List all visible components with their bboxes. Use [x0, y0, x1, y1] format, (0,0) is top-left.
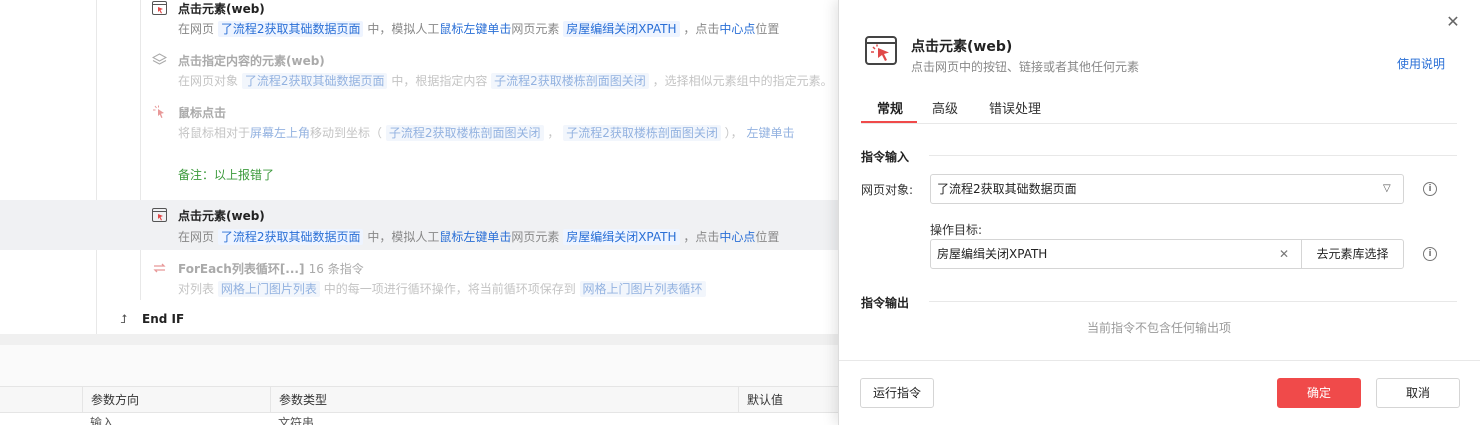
info-icon[interactable]: i — [1423, 247, 1437, 261]
page-object-label: 网页对象: — [861, 183, 914, 197]
clear-icon[interactable]: ✕ — [1279, 240, 1289, 268]
horizontal-scrollbar[interactable] — [0, 334, 840, 345]
flow-step-end-if[interactable]: ⮥ End IF — [120, 312, 184, 327]
end-if-icon: ⮥ — [120, 312, 128, 326]
step-description: 对列表 网格上门图片列表 中的每一项进行循环操作，将当前循环项保存到 网格上门图… — [178, 280, 706, 297]
table-toolbar — [0, 345, 840, 387]
step-description: 在网页对象 了流程2获取其础数据页面 中，根据指定内容 子流程2获取楼栋剖面图关… — [178, 73, 833, 89]
info-icon[interactable]: i — [1423, 182, 1437, 196]
step-title: 点击元素(web) — [178, 2, 265, 16]
click-element-icon — [152, 1, 167, 15]
param-chip[interactable]: 了流程2获取其础数据页面 — [217, 229, 364, 245]
loop-icon — [153, 263, 166, 273]
tab-general[interactable]: 常规 — [877, 98, 903, 117]
tab-error-handling[interactable]: 错误处理 — [989, 98, 1041, 117]
param-chip[interactable]: 了流程2获取其础数据页面 — [217, 21, 364, 37]
instruction-settings-dialog: ✕ 点击元素(web) 点击网页中的按钮、链接或者其他任何元素 使用说明 常规 … — [838, 0, 1480, 425]
param-chip[interactable]: 子流程2获取楼栋剖面图关闭 — [491, 73, 649, 89]
flow-step-click-element[interactable]: 点击元素(web) 在网页 了流程2获取其础数据页面 中，模拟人工鼠标左键单击网… — [0, 0, 840, 44]
table-cell: 文符串 — [278, 416, 315, 425]
table-header: 参数方向 参数类型 默认值 — [0, 387, 840, 413]
section-input-heading: 指令输入 — [861, 150, 910, 164]
help-link[interactable]: 使用说明 — [1397, 55, 1445, 72]
app-root: 点击元素(web) 在网页 了流程2获取其础数据页面 中，模拟人工鼠标左键单击网… — [0, 0, 1480, 425]
column-header-type[interactable]: 参数类型 — [270, 387, 738, 413]
step-title: ForEach列表循环[...] 16 条指令 — [178, 262, 364, 276]
flow-step-foreach[interactable]: ForEach列表循环[...] 16 条指令 对列表 网格上门图片列表 中的每… — [0, 258, 840, 302]
chevron-down-icon: ▽ — [1383, 183, 1391, 194]
param-chip[interactable]: 了流程2获取其础数据页面 — [241, 73, 388, 89]
instruction-count: 16 条指令 — [308, 262, 364, 276]
active-tab-indicator — [861, 121, 917, 123]
step-title: 点击元素(web) — [178, 209, 265, 223]
tab-advanced[interactable]: 高级 — [932, 98, 958, 117]
page-object-value: 了流程2获取其础数据页面 — [937, 182, 1077, 196]
run-instruction-button[interactable]: 运行指令 — [860, 378, 934, 408]
mouse-click-icon — [153, 105, 164, 118]
divider — [929, 301, 1457, 302]
param-chip[interactable]: 子流程2获取楼栋剖面图关闭 — [385, 125, 544, 141]
pick-from-library-button[interactable]: 去元素库选择 — [1301, 240, 1403, 268]
step-note: 备注：以上报错了 — [178, 168, 275, 182]
target-field[interactable]: 房屋编缉关闭XPATH ✕ 去元素库选择 — [930, 239, 1404, 269]
ok-button[interactable]: 确定 — [1277, 378, 1361, 408]
dialog-subtitle: 点击网页中的按钮、链接或者其他任何元素 — [911, 60, 1140, 74]
flow-step-click-element-selected[interactable]: 点击元素(web) 在网页 了流程2获取其础数据页面 中，模拟人工鼠标左键单击网… — [0, 200, 840, 250]
params-table: 参数方向 参数类型 默认值 输入 文符串 — [0, 345, 840, 425]
divider — [929, 155, 1457, 156]
dialog-title: 点击元素(web) — [911, 39, 1013, 55]
indent-guide — [140, 0, 141, 300]
step-description: 将鼠标相对于屏幕左上角移动到坐标（ 子流程2获取楼栋剖面图关闭 ， 子流程2获取… — [178, 125, 795, 141]
cancel-button[interactable]: 取消 — [1376, 378, 1460, 408]
layers-icon — [152, 53, 167, 65]
table-cell: 输入 — [90, 416, 115, 425]
dialog-footer: 运行指令 确定 取消 — [839, 360, 1480, 425]
step-title: 鼠标点击 — [178, 106, 227, 120]
param-chip[interactable]: 房屋编缉关闭XPATH — [563, 229, 680, 245]
step-description: 在网页 了流程2获取其础数据页面 中，模拟人工鼠标左键单击网页元素 房屋编缉关闭… — [178, 21, 780, 37]
target-value: 房屋编缉关闭XPATH — [937, 247, 1048, 261]
page-object-select[interactable]: 了流程2获取其础数据页面 ▽ — [930, 174, 1404, 204]
close-icon[interactable]: ✕ — [1443, 12, 1463, 32]
column-header-direction[interactable]: 参数方向 — [82, 387, 270, 413]
column-header-default[interactable]: 默认值 — [738, 387, 840, 413]
param-chip[interactable]: 网格上门图片列表 — [217, 281, 320, 297]
param-chip[interactable]: 房屋编缉关闭XPATH — [563, 21, 680, 37]
dialog-tabs: 常规 高级 错误处理 — [861, 92, 1457, 124]
param-chip[interactable]: 子流程2获取楼栋剖面图关闭 — [563, 125, 721, 141]
flow-step-mouse-click[interactable]: 鼠标点击 将鼠标相对于屏幕左上角移动到坐标（ 子流程2获取楼栋剖面图关闭 ， 子… — [0, 102, 840, 148]
step-description: 在网页 了流程2获取其础数据页面 中，模拟人工鼠标左键单击网页元素 房屋编缉关闭… — [178, 229, 780, 245]
param-chip[interactable]: 网格上门图片列表循环 — [579, 281, 706, 297]
section-output-heading: 指令输出 — [861, 296, 910, 310]
click-element-icon — [152, 208, 167, 222]
no-output-message: 当前指令不包含任何输出项 — [1086, 321, 1231, 335]
flow-editor: 点击元素(web) 在网页 了流程2获取其础数据页面 中，模拟人工鼠标左键单击网… — [0, 0, 840, 345]
click-element-icon — [865, 36, 897, 65]
target-label: 操作目标: — [930, 223, 983, 237]
flow-step-click-by-content[interactable]: 点击指定内容的元素(web) 在网页对象 了流程2获取其础数据页面 中，根据指定… — [0, 50, 840, 96]
step-title: 点击指定内容的元素(web) — [178, 54, 325, 68]
